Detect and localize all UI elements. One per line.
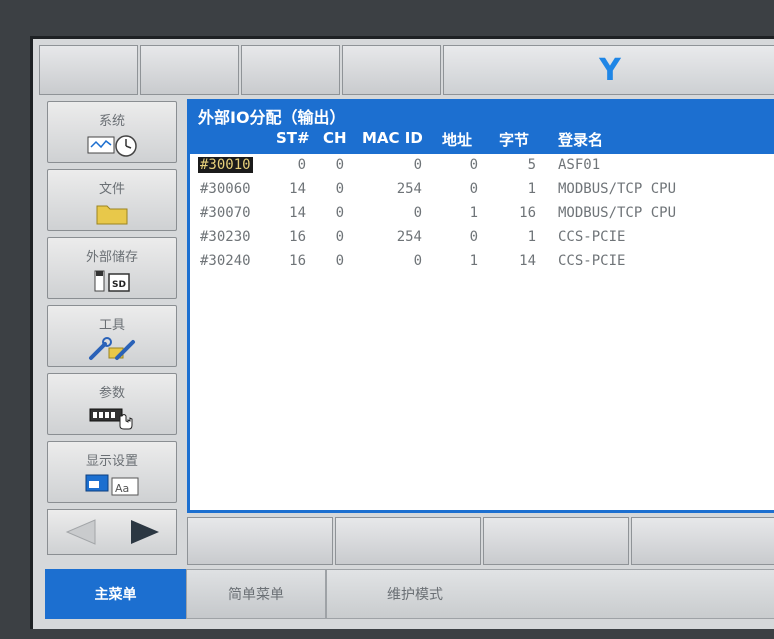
page-nav bbox=[47, 509, 177, 555]
pendant-screen: Y 系统 文件 外部储存 SD 工具 参数 显示设置 Aa 外部IO分配（输出）… bbox=[30, 36, 774, 629]
row-id[interactable]: #30010 bbox=[198, 157, 253, 173]
row-id[interactable]: #30230 bbox=[200, 229, 251, 245]
menu-system[interactable]: 系统 bbox=[47, 101, 177, 163]
row-id[interactable]: #30060 bbox=[200, 181, 251, 197]
row-mac-id: 0 bbox=[413, 205, 422, 221]
col-header-ch: CH bbox=[323, 129, 347, 147]
menu-file[interactable]: 文件 bbox=[47, 169, 177, 231]
table-row[interactable]: #30060 14 0 254 0 1 MODBUS/TCP CPU bbox=[190, 178, 774, 202]
row-mac-id: 254 bbox=[396, 229, 422, 245]
row-address: 0 bbox=[469, 157, 478, 173]
row-st: 0 bbox=[297, 157, 306, 173]
row-bytes: 5 bbox=[527, 157, 536, 173]
bottom-tab-bar: 主菜单 简单菜单 维护模式 bbox=[45, 569, 774, 619]
menu-parameter[interactable]: 参数 bbox=[47, 373, 177, 435]
folder-icon bbox=[95, 201, 129, 225]
top-key-3[interactable] bbox=[241, 45, 340, 95]
menu-label: 参数 bbox=[98, 386, 125, 401]
row-login-name: CCS-PCIE bbox=[558, 229, 626, 245]
row-address: 0 bbox=[469, 181, 478, 197]
soft-key-2[interactable] bbox=[335, 517, 481, 565]
panel-header: 外部IO分配（输出） ST# CH MAC ID 地址 字节 登录名 bbox=[190, 102, 774, 154]
prev-arrow-icon[interactable] bbox=[61, 517, 99, 547]
top-function-bar: Y bbox=[39, 45, 774, 97]
tab-simple-menu[interactable]: 简单菜单 bbox=[186, 569, 326, 619]
menu-label: 外部储存 bbox=[85, 250, 138, 265]
tab-main-menu[interactable]: 主菜单 bbox=[45, 569, 186, 619]
row-bytes: 16 bbox=[519, 205, 536, 221]
soft-key-row bbox=[187, 517, 774, 565]
top-key-1[interactable] bbox=[39, 45, 138, 95]
maintenance-mode-status: 维护模式 bbox=[326, 569, 774, 619]
row-ch: 0 bbox=[335, 181, 344, 197]
panel-title: 外部IO分配（输出） bbox=[198, 108, 346, 127]
row-address: 1 bbox=[469, 205, 478, 221]
row-login-name: MODBUS/TCP CPU bbox=[558, 181, 677, 197]
soft-key-3[interactable] bbox=[483, 517, 629, 565]
table-row[interactable]: #30070 14 0 0 1 16 MODBUS/TCP CPU bbox=[190, 202, 774, 226]
row-st: 16 bbox=[289, 253, 306, 269]
left-menu: 系统 文件 外部储存 SD 工具 参数 显示设置 Aa bbox=[47, 101, 179, 555]
sd-card-icon: SD bbox=[92, 269, 132, 293]
col-header-bytes: 字节 bbox=[499, 131, 530, 149]
mode-letter: Y bbox=[599, 52, 621, 88]
menu-label: 文件 bbox=[98, 182, 125, 197]
tools-icon bbox=[87, 337, 137, 361]
soft-key-1[interactable] bbox=[187, 517, 333, 565]
parameter-icon bbox=[88, 405, 136, 430]
row-ch: 0 bbox=[335, 253, 344, 269]
col-header-st: ST# bbox=[276, 129, 310, 147]
row-st: 14 bbox=[289, 181, 306, 197]
menu-display-settings[interactable]: 显示设置 Aa bbox=[47, 441, 177, 503]
svg-text:Aa: Aa bbox=[115, 482, 129, 495]
top-key-4[interactable] bbox=[342, 45, 441, 95]
display-settings-icon: Aa bbox=[84, 473, 140, 497]
row-id[interactable]: #30070 bbox=[200, 205, 251, 221]
row-mac-id: 254 bbox=[396, 181, 422, 197]
col-header-login-name: 登录名 bbox=[558, 131, 604, 149]
io-assignment-panel: 外部IO分配（输出） ST# CH MAC ID 地址 字节 登录名 #3001… bbox=[187, 99, 774, 513]
system-clock-icon bbox=[86, 133, 138, 157]
soft-key-4[interactable] bbox=[631, 517, 774, 565]
menu-label: 显示设置 bbox=[85, 454, 138, 469]
row-bytes: 1 bbox=[527, 229, 536, 245]
row-login-name: ASF01 bbox=[558, 157, 601, 173]
row-login-name: CCS-PCIE bbox=[558, 253, 626, 269]
col-header-mac-id: MAC ID bbox=[362, 129, 423, 147]
menu-external-storage[interactable]: 外部储存 SD bbox=[47, 237, 177, 299]
row-st: 16 bbox=[289, 229, 306, 245]
row-bytes: 1 bbox=[527, 181, 536, 197]
row-ch: 0 bbox=[335, 157, 344, 173]
table-row[interactable]: #30230 16 0 254 0 1 CCS-PCIE bbox=[190, 226, 774, 250]
mode-indicator: Y bbox=[443, 45, 774, 95]
col-header-address: 地址 bbox=[442, 131, 473, 149]
row-ch: 0 bbox=[335, 205, 344, 221]
table-row[interactable]: #30240 16 0 0 1 14 CCS-PCIE bbox=[190, 250, 774, 274]
top-key-2[interactable] bbox=[140, 45, 239, 95]
row-bytes: 14 bbox=[519, 253, 536, 269]
svg-text:SD: SD bbox=[112, 280, 126, 290]
row-login-name: MODBUS/TCP CPU bbox=[558, 205, 677, 221]
row-ch: 0 bbox=[335, 229, 344, 245]
io-table-body: #30010 0 0 0 0 5 ASF01 #30060 14 0 254 0… bbox=[190, 154, 774, 274]
row-mac-id: 0 bbox=[413, 253, 422, 269]
next-arrow-icon[interactable] bbox=[125, 517, 163, 547]
row-mac-id: 0 bbox=[413, 157, 422, 173]
menu-label: 系统 bbox=[98, 114, 125, 129]
menu-tools[interactable]: 工具 bbox=[47, 305, 177, 367]
menu-label: 工具 bbox=[98, 318, 125, 333]
row-id[interactable]: #30240 bbox=[200, 253, 251, 269]
row-st: 14 bbox=[289, 205, 306, 221]
table-row[interactable]: #30010 0 0 0 0 5 ASF01 bbox=[190, 154, 774, 178]
row-address: 1 bbox=[469, 253, 478, 269]
row-address: 0 bbox=[469, 229, 478, 245]
